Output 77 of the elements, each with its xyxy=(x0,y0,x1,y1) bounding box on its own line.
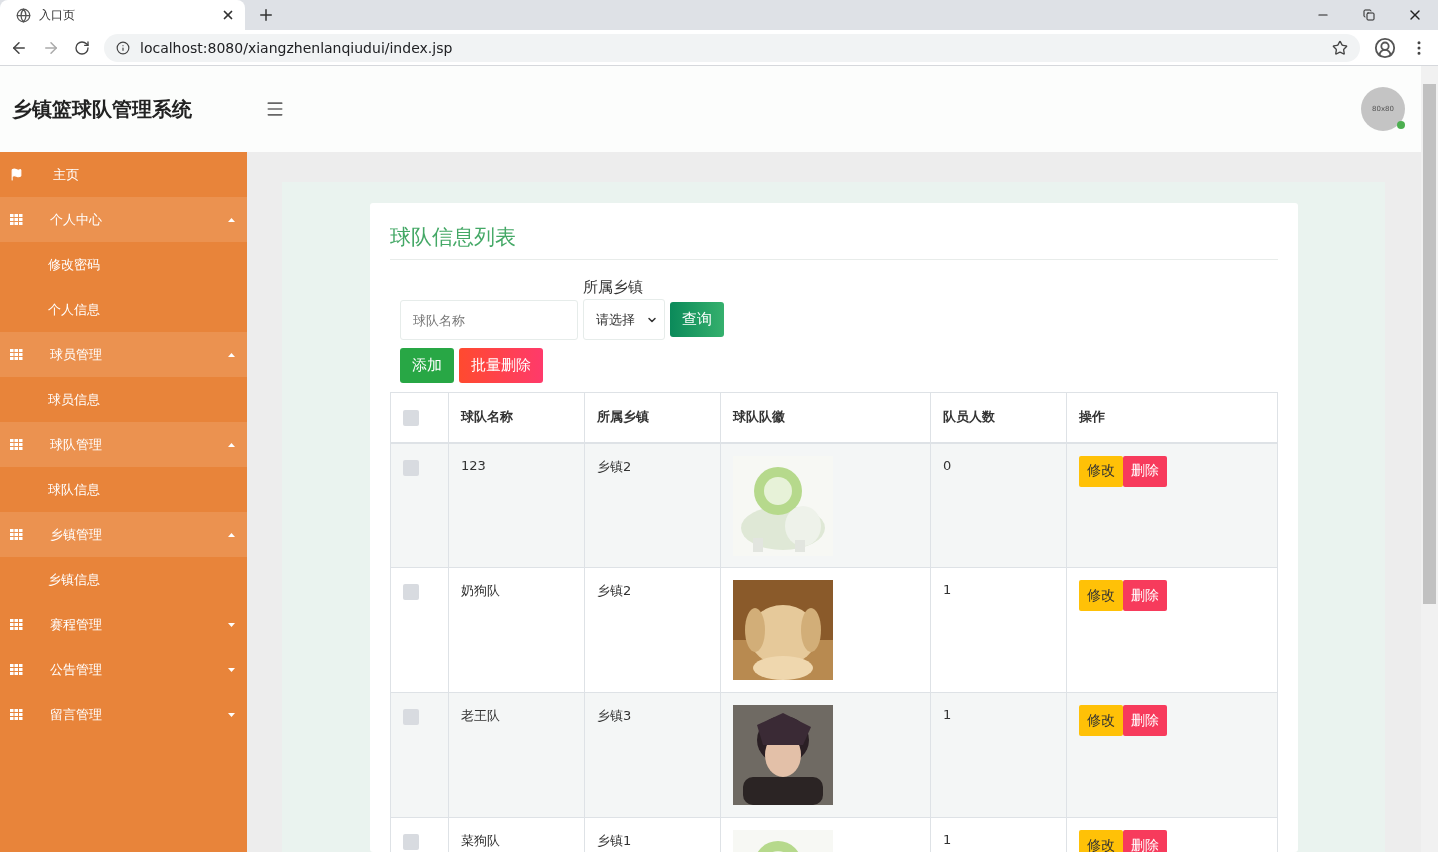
sidebar-item[interactable]: 公告管理 xyxy=(0,647,247,692)
profile-icon[interactable] xyxy=(1374,36,1396,59)
new-tab-icon[interactable] xyxy=(257,6,275,24)
sidebar-item[interactable]: 乡镇管理 xyxy=(0,512,247,557)
town-select[interactable]: 请选择 xyxy=(583,299,665,340)
table-cell: 奶狗队 xyxy=(448,567,585,693)
sidebar-subitem[interactable]: 个人信息 xyxy=(0,287,247,332)
grid-icon xyxy=(10,529,23,540)
sidebar-item[interactable]: 留言管理 xyxy=(0,692,247,737)
info-icon xyxy=(116,40,130,55)
sidebar-item[interactable]: 个人中心 xyxy=(0,197,247,242)
column-header: 所属乡镇 xyxy=(584,392,721,443)
column-header: 球队名称 xyxy=(448,392,585,443)
column-header: 球队队徽 xyxy=(720,392,931,443)
table-cell: 乡镇2 xyxy=(584,442,721,568)
grid-icon xyxy=(10,664,23,675)
delete-button[interactable]: 删除 xyxy=(1123,455,1167,487)
query-button[interactable]: 查询 xyxy=(670,302,724,337)
search-field[interactable]: 球队名称 xyxy=(400,300,578,340)
sidebar-item[interactable]: 赛程管理 xyxy=(0,602,247,647)
restore-icon[interactable] xyxy=(1363,9,1375,21)
table-cell: 123 xyxy=(448,442,585,568)
grid-icon xyxy=(10,349,23,360)
browser-tab[interactable]: 入口页 xyxy=(0,0,245,30)
close-icon[interactable] xyxy=(221,8,235,22)
caret-icon xyxy=(228,667,235,672)
caret-icon xyxy=(228,532,235,537)
delete-button[interactable]: 删除 xyxy=(1123,705,1167,736)
grid-icon xyxy=(10,439,23,450)
checkbox[interactable] xyxy=(403,459,419,476)
reload-icon[interactable] xyxy=(74,39,90,56)
table-cell: 1 xyxy=(930,567,1067,693)
sidebar-subitem[interactable]: 乡镇信息 xyxy=(0,557,247,602)
caret-icon xyxy=(228,352,235,357)
table-cell: 乡镇3 xyxy=(584,692,721,818)
table-cell: 乡镇2 xyxy=(584,567,721,693)
star-icon[interactable] xyxy=(1332,39,1348,56)
filter-label: 所属乡镇 xyxy=(583,278,644,297)
edit-button[interactable]: 修改 xyxy=(1079,830,1123,852)
scrollbar[interactable] xyxy=(1421,66,1438,852)
tab-title: 入口页 xyxy=(39,6,76,24)
checkbox[interactable] xyxy=(403,410,419,427)
app-title: 乡镇篮球队管理系统 xyxy=(12,95,193,123)
delete-button[interactable]: 删除 xyxy=(1123,580,1167,611)
grid-icon xyxy=(10,619,23,630)
sidebar-item[interactable]: 球队管理 xyxy=(0,422,247,467)
checkbox[interactable] xyxy=(403,709,419,725)
scrollbar-thumb[interactable] xyxy=(1423,84,1436,604)
flag-icon xyxy=(10,168,23,181)
address-bar[interactable]: localhost:8080/xiangzhenlanqiudui/index.jsp xyxy=(104,33,1360,62)
globe-icon xyxy=(16,7,31,23)
table-cell: 0 xyxy=(930,442,1067,568)
caret-icon xyxy=(228,442,235,447)
column-header: 操作 xyxy=(1066,392,1278,443)
menu-icon[interactable] xyxy=(265,99,285,119)
caret-icon xyxy=(228,622,235,627)
table-cell: 老王队 xyxy=(448,692,585,818)
batch-delete-button[interactable]: 批量删除 xyxy=(459,348,543,383)
caret-icon xyxy=(228,217,235,222)
grid-icon xyxy=(10,709,23,720)
edit-button[interactable]: 修改 xyxy=(1079,580,1123,611)
table-cell: 1 xyxy=(930,692,1067,818)
column-header: 队员人数 xyxy=(930,392,1067,443)
sidebar-item[interactable]: 球员管理 xyxy=(0,332,247,377)
delete-button[interactable]: 删除 xyxy=(1123,830,1167,852)
sidebar-subitem[interactable]: 修改密码 xyxy=(0,242,247,287)
checkbox[interactable] xyxy=(403,834,419,850)
grid-icon xyxy=(10,214,23,225)
sidebar-subitem[interactable]: 球员信息 xyxy=(0,377,247,422)
edit-button[interactable]: 修改 xyxy=(1079,705,1123,736)
edit-button[interactable]: 修改 xyxy=(1079,455,1123,487)
sidebar-item[interactable]: 主页 xyxy=(0,152,247,197)
add-button[interactable]: 添加 xyxy=(400,348,454,383)
checkbox[interactable] xyxy=(403,584,419,600)
sidebar-subitem[interactable]: 球队信息 xyxy=(0,467,247,512)
panel-title: 球队信息列表 xyxy=(390,223,1278,260)
caret-icon xyxy=(228,712,235,717)
